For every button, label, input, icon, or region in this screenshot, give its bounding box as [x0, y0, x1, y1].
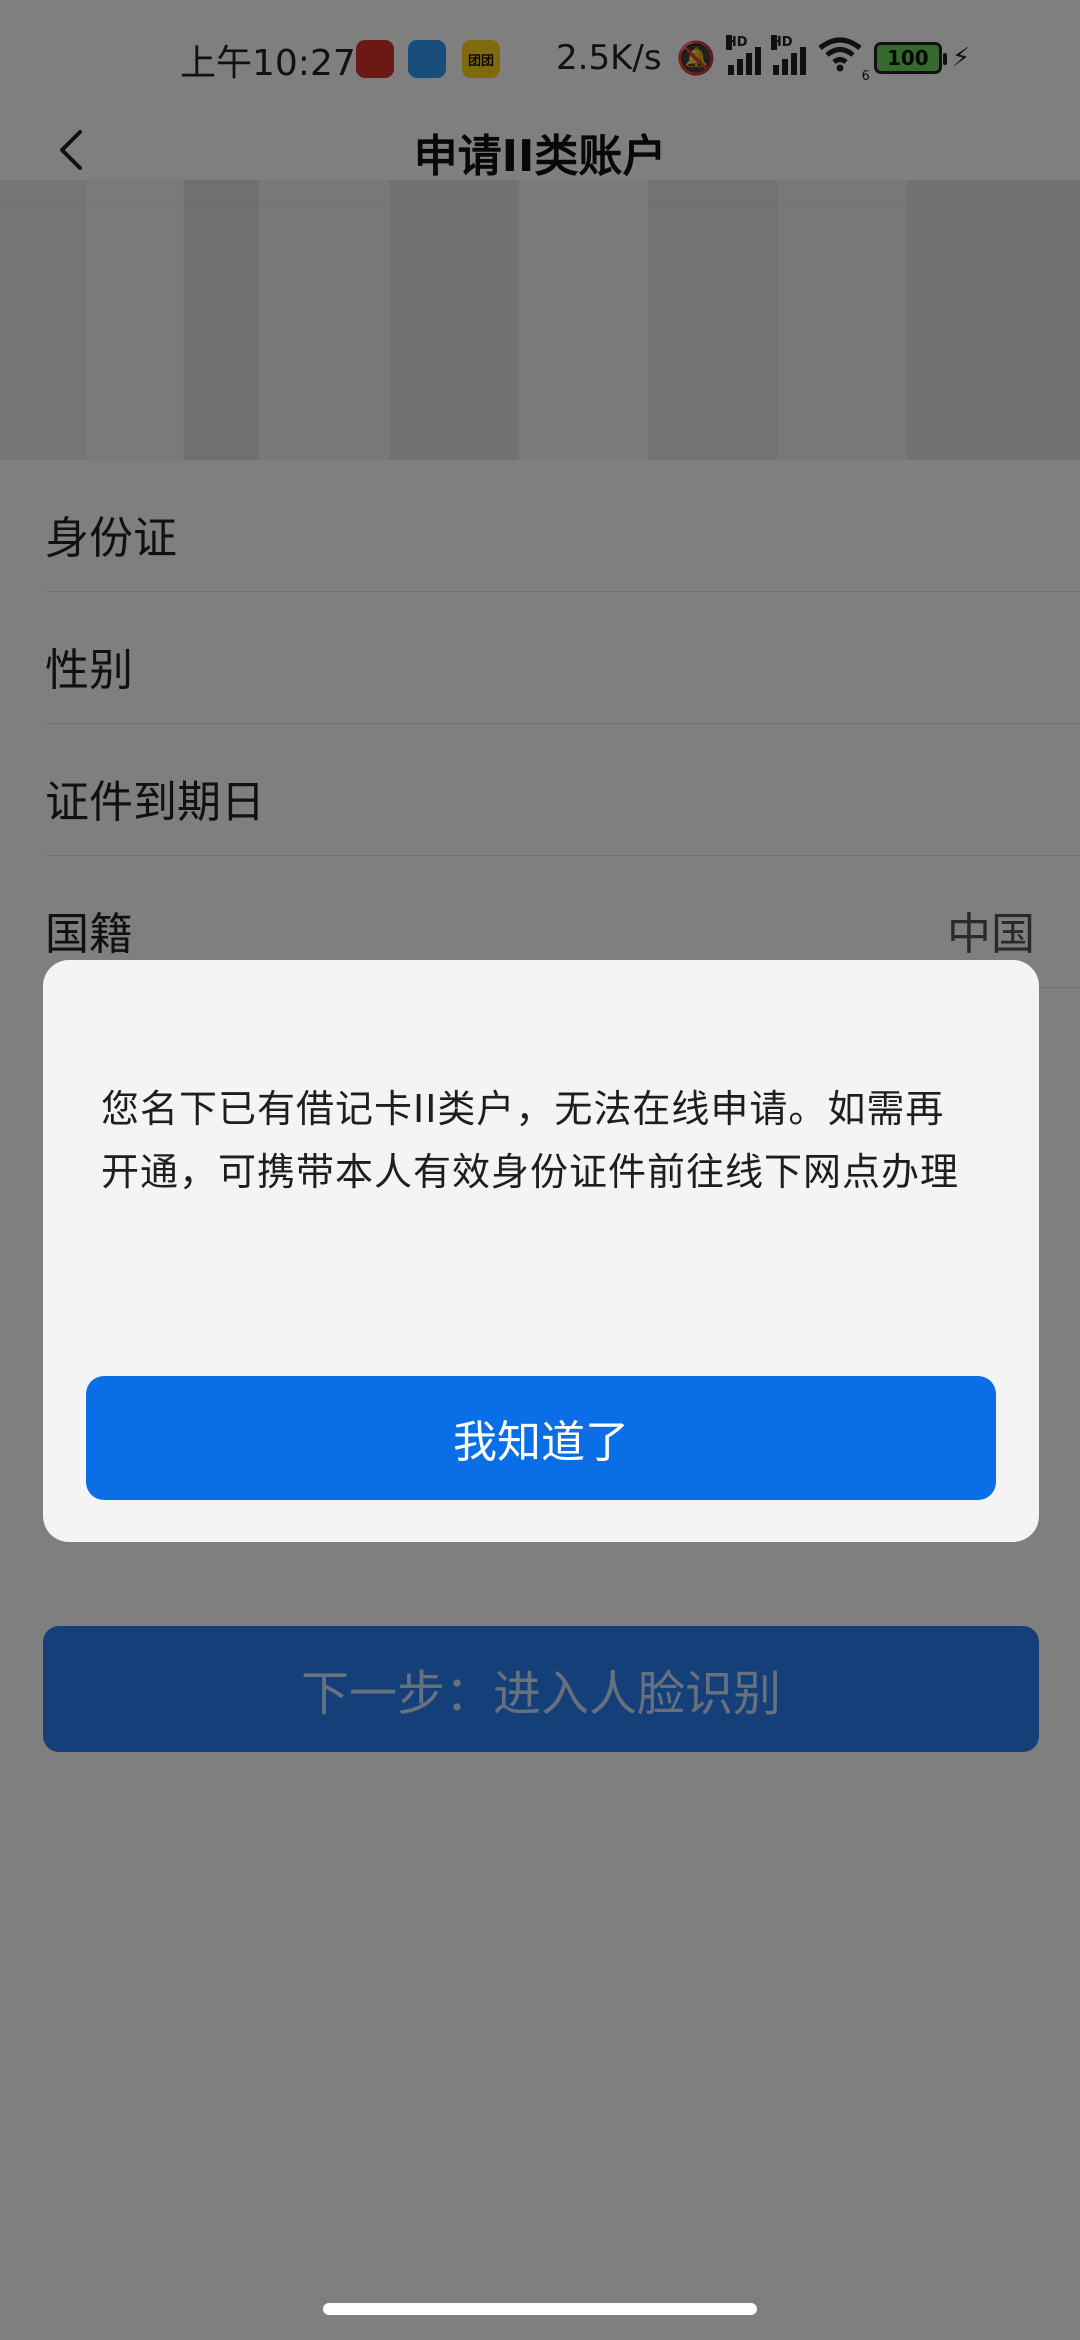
dialog-message: 您名下已有借记卡II类户，无法在线申请。如需再开通，可携带本人有效身份证件前往线… — [101, 1087, 960, 1194]
home-indicator[interactable] — [323, 2303, 757, 2315]
alert-dialog: 您名下已有借记卡II类户，无法在线申请。如需再开通，可携带本人有效身份证件前往线… — [43, 960, 1039, 1542]
acknowledge-button[interactable]: 我知道了 — [86, 1376, 996, 1500]
